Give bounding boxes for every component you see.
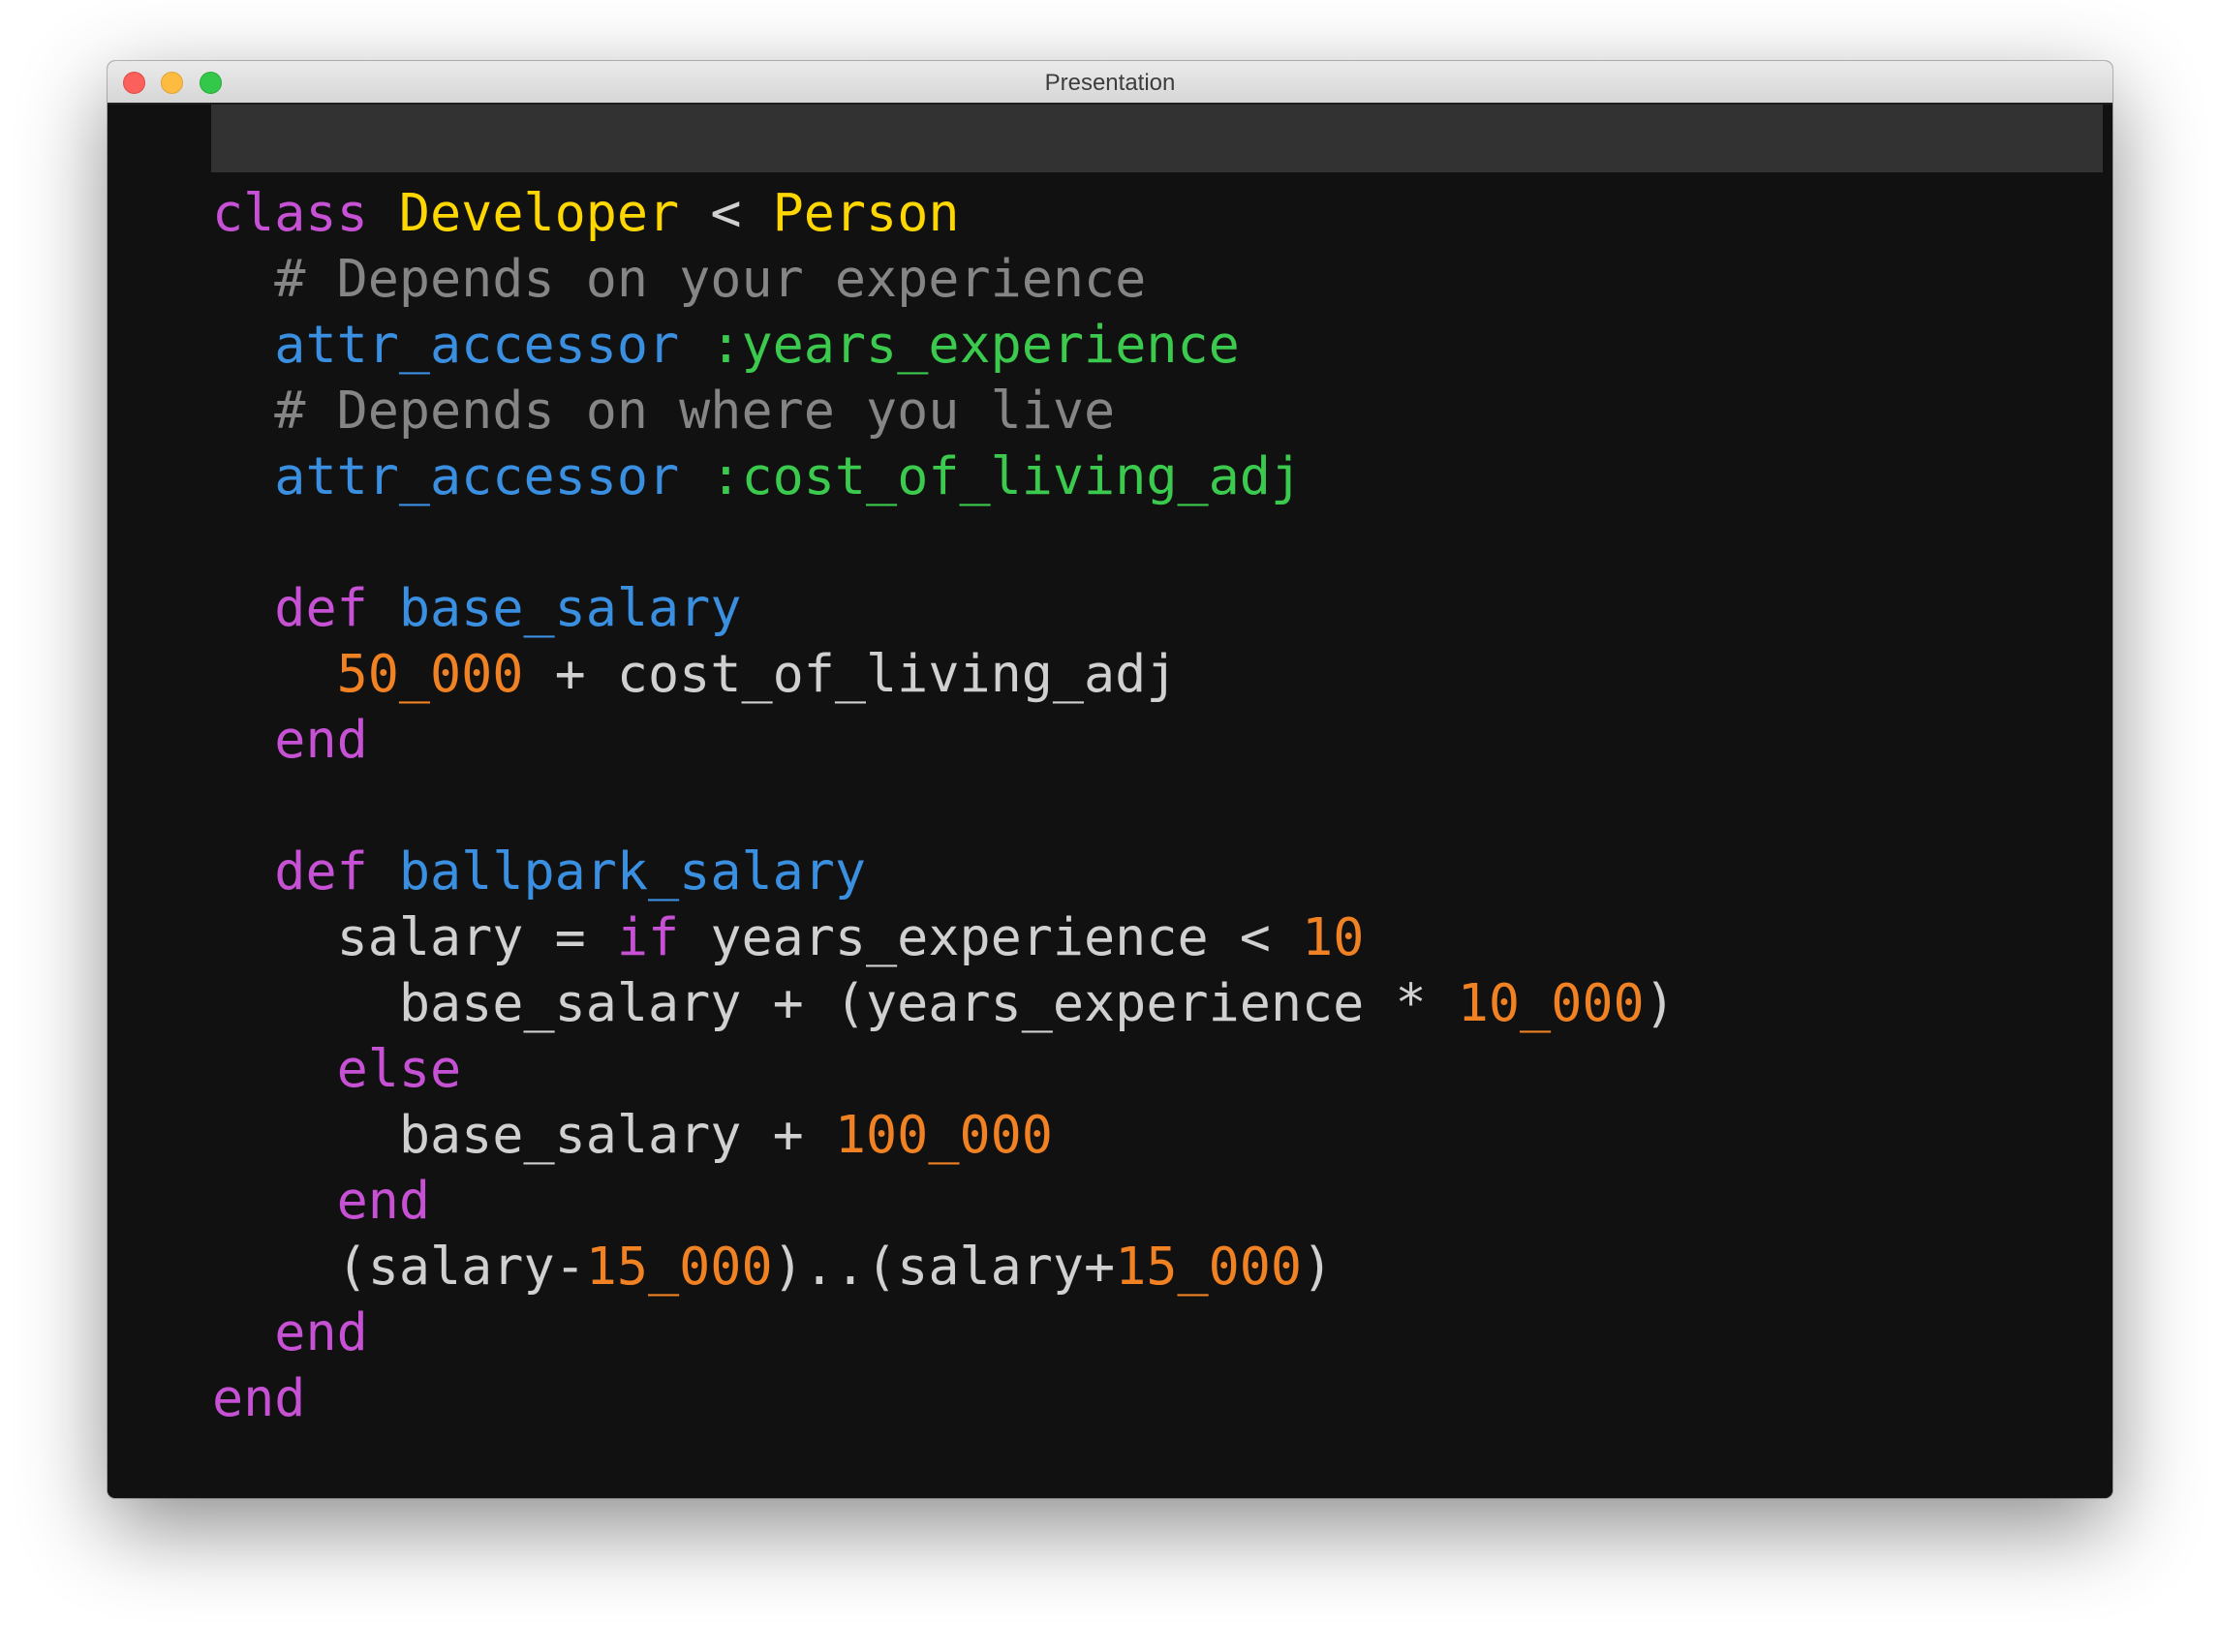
code-line: 50_000 + cost_of_living_adj	[212, 641, 1676, 707]
code-token-number: 15_000	[1115, 1236, 1303, 1297]
title-bar[interactable]: Presentation	[108, 61, 2112, 105]
code-line: end	[212, 1300, 1676, 1365]
code-token-method: attr_accessor	[274, 445, 680, 506]
code-line: base_salary + 100_000	[212, 1102, 1676, 1168]
code-token-keyword: end	[336, 1170, 431, 1231]
code-token-plain: )	[1302, 1236, 1334, 1297]
presentation-content: class Developer < Person # Depends on yo…	[108, 105, 2112, 1498]
code-line: attr_accessor :years_experience	[212, 312, 1676, 378]
presentation-window: Presentation class Developer < Person # …	[108, 61, 2112, 1498]
code-token-plain: base_salary +	[212, 1104, 835, 1165]
code-token-method: attr_accessor	[274, 314, 680, 375]
code-line: class Developer < Person	[212, 180, 1676, 246]
code-token-keyword: class	[212, 182, 368, 243]
code-token-const: Person	[772, 182, 960, 243]
code-token-number: 100_000	[834, 1104, 1053, 1165]
code-token-plain: + cost_of_living_adj	[523, 643, 1178, 704]
code-token-number: 10	[1302, 906, 1365, 967]
code-token-number: 15_000	[585, 1236, 773, 1297]
code-token-keyword: end	[274, 709, 368, 770]
code-token-symbol: :years_experience	[710, 314, 1240, 375]
code-line: # Depends on your experience	[212, 246, 1676, 312]
code-token-plain: )..(salary+	[772, 1236, 1116, 1297]
code-token-plain: <	[679, 182, 773, 243]
code-line: (salary-15_000)..(salary+15_000)	[212, 1234, 1676, 1300]
window-title: Presentation	[1044, 70, 1176, 96]
current-line-highlight	[211, 105, 2103, 172]
code-line: salary = if years_experience < 10	[212, 904, 1676, 970]
code-line: # Depends on where you live	[212, 378, 1676, 444]
code-token-keyword: def	[274, 577, 368, 638]
code-token-method: ballpark_salary	[398, 841, 867, 902]
code-token-plain: base_salary + (years_experience *	[212, 972, 1458, 1033]
code-token-symbol: :cost_of_living_adj	[710, 445, 1303, 506]
code-token-plain: (salary-	[212, 1236, 586, 1297]
code-token-method: base_salary	[398, 577, 742, 638]
code-token-plain: salary =	[212, 906, 617, 967]
code-token-keyword: end	[274, 1301, 368, 1362]
code-token-keyword: else	[336, 1038, 462, 1099]
code-token-number: 10_000	[1457, 972, 1645, 1033]
code-token-const: Developer	[398, 182, 680, 243]
code-token-number: 50_000	[336, 643, 524, 704]
code-line: attr_accessor :cost_of_living_adj	[212, 444, 1676, 509]
code-token-keyword: def	[274, 841, 368, 902]
code-line: else	[212, 1036, 1676, 1102]
code-line: base_salary + (years_experience * 10_000…	[212, 970, 1676, 1036]
code-token-plain: )	[1644, 972, 1676, 1033]
code-token-comment: # Depends on where you live	[212, 380, 1116, 441]
code-line: def base_salary	[212, 575, 1676, 641]
code-line: end	[212, 707, 1676, 773]
code-token-keyword: if	[616, 906, 680, 967]
code-token-comment: # Depends on your experience	[212, 248, 1147, 309]
code-line: end	[212, 1365, 1676, 1431]
code-token-plain: years_experience <	[679, 906, 1303, 967]
code-block: class Developer < Person # Depends on yo…	[212, 180, 1676, 1431]
code-line: end	[212, 1168, 1676, 1234]
code-token-keyword: end	[212, 1367, 306, 1428]
code-line: def ballpark_salary	[212, 839, 1676, 904]
